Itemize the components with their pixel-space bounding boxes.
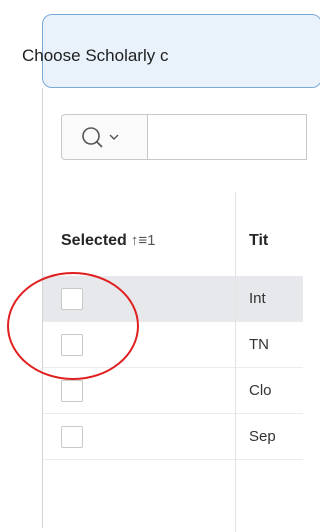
row-checkbox[interactable] — [61, 288, 83, 310]
report-area: Selected ↑≡1 Tit Int TN Clo Sep — [42, 88, 307, 532]
column-header-title[interactable]: Tit — [249, 232, 268, 250]
table-row[interactable]: Sep — [43, 414, 303, 460]
table-row[interactable]: Int — [43, 276, 303, 322]
row-title: Clo — [249, 382, 272, 399]
column-header-selected[interactable]: Selected ↑≡1 — [61, 232, 155, 250]
region-title: Choose Scholarly c — [22, 46, 169, 65]
column-divider — [235, 192, 236, 532]
row-title: Sep — [249, 428, 276, 445]
table-row[interactable]: Clo — [43, 368, 303, 414]
column-header-row: Selected ↑≡1 Tit — [43, 192, 303, 277]
search-icon — [82, 127, 103, 148]
sort-ascending-icon: ↑≡1 — [130, 232, 156, 249]
report-toolbar — [43, 88, 307, 193]
row-checkbox[interactable] — [61, 380, 83, 402]
row-checkbox[interactable] — [61, 426, 83, 448]
row-checkbox[interactable] — [61, 334, 83, 356]
row-title: Int — [249, 290, 266, 307]
column-header-selected-label: Selected — [61, 232, 127, 249]
chevron-down-icon — [109, 134, 119, 140]
row-title: TN — [249, 336, 269, 353]
table-row[interactable]: TN — [43, 322, 303, 368]
search-column-button[interactable] — [61, 114, 147, 160]
search-input[interactable] — [147, 114, 307, 160]
